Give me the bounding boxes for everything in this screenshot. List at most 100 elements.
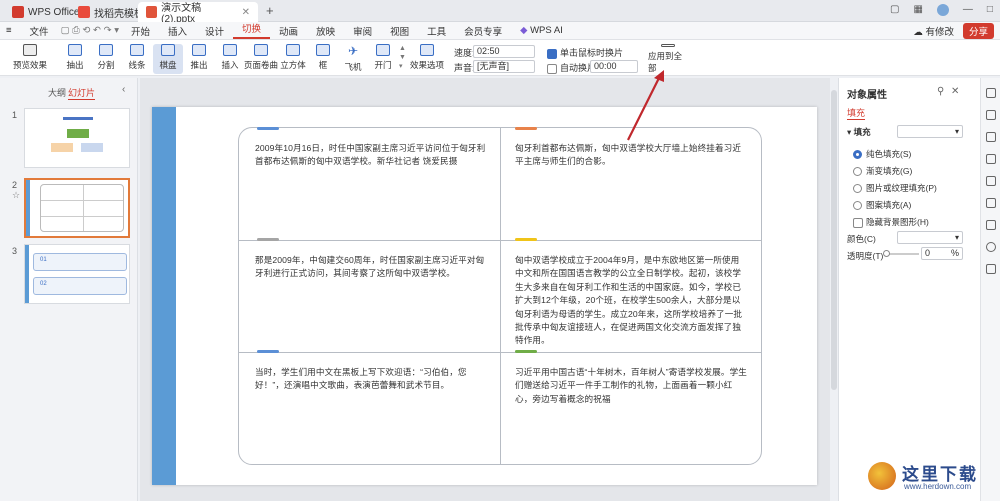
table-icon[interactable] [986,198,996,208]
cell-text-1[interactable]: 2009年10月16日，时任中国家副主席习近平访问位于匈牙利首都布达佩斯的匈中双… [255,142,487,169]
close-tab-icon[interactable]: ✕ [242,7,250,18]
hide-background-checkbox[interactable]: 隐藏背景图形(H) [853,216,929,228]
menu-transition[interactable]: 切换 [233,23,271,39]
effect-qipan[interactable]: 棋盘 [153,44,183,74]
tab-label: 找稻壳模板 [94,8,144,20]
transparency-slider[interactable] [883,250,919,258]
menu-design[interactable]: 设计 [196,24,233,38]
slide[interactable]: 2009年10月16日，时任中国家副主席习近平访问位于匈牙利首都布达佩斯的匈中双… [152,107,817,485]
effect-xiantiao[interactable]: 线条 [122,44,152,74]
right-tool-strip [980,78,1000,501]
avatar[interactable] [936,4,949,16]
menu-review[interactable]: 审阅 [344,24,381,38]
settings-icon[interactable] [986,264,996,274]
options-icon [420,44,434,56]
effect-label: 线条 [128,60,146,70]
slide-number: 2 [12,180,18,190]
restore-icon[interactable]: ▢ [890,4,899,16]
grid-icon[interactable]: ▦ [913,4,922,16]
on-click-checkbox[interactable]: 单击鼠标时换片 [547,46,623,59]
cell-text-5[interactable]: 当时，学生们用中文在黑板上写下欢迎语：“习伯伯，您好！”，还演唱中文歌曲，表演芭… [255,366,487,393]
pin-icon[interactable]: ⚲ [937,86,944,97]
slide-thumbnail-3[interactable]: 01 02 [24,244,130,304]
properties-icon[interactable] [986,88,996,98]
chevron-down-icon: ▾ [954,233,959,242]
effect-options-button[interactable]: 效果选项 [410,44,444,74]
transition-ribbon: 预览效果 抽出 分割 线条 棋盘 推出 插入 页面卷曲 立方体 框 ✈ 飞机 开门… [0,40,1000,76]
effect-box[interactable]: 框 [308,44,338,74]
transition-icon[interactable] [986,176,996,186]
outline-tab[interactable]: 大纲 [48,86,66,99]
effect-plane[interactable]: ✈ 飞机 [338,44,368,74]
slider-handle[interactable] [883,250,890,257]
effect-fenge[interactable]: 分割 [91,44,121,74]
color-picker[interactable]: ▾ [897,231,963,244]
canvas-scrollbar[interactable] [831,90,837,390]
menu-file[interactable]: 文件 [21,24,58,38]
sound-select[interactable]: [无声音] [473,60,535,73]
effect-charu[interactable]: 插入 [215,44,245,74]
grid-divider [239,352,761,353]
grid-divider [500,128,501,464]
menu-member[interactable]: 会员专享 [455,24,511,38]
copy-icon[interactable] [986,132,996,142]
cell-text-6[interactable]: 习近平用中国古语“十年树木，百年树人”寄语学校发展。学生们赠送给习近平一件手工制… [515,366,747,406]
transparency-input[interactable]: 0% [921,247,963,260]
effect-cube[interactable]: 立方体 [278,44,308,74]
fill-type-select[interactable]: ▾ [897,125,963,138]
slide-thumbnail-1[interactable] [24,108,130,168]
menu-animation[interactable]: 动画 [270,24,307,38]
fill-tab[interactable]: 填充 [847,106,866,120]
cell-text-2[interactable]: 匈牙利首都布达佩斯，匈中双语学校大厅墙上始终挂着习近平主席与师生们的合影。 [515,142,747,169]
fill-section-header[interactable]: ▾ 填充 [847,126,871,138]
ai-label: WPS AI [530,25,563,36]
speed-input[interactable]: 02:50 [473,45,535,58]
text-grid[interactable]: 2009年10月16日，时任中国家副主席习近平访问位于匈牙利首都布达佩斯的匈中双… [238,127,762,465]
close-pane-icon[interactable]: ✕ [951,86,959,97]
style-icon[interactable] [986,220,996,230]
animation-icon[interactable] [986,154,996,164]
maximize-icon[interactable]: □ [987,4,993,16]
effect-options-label: 效果选项 [410,60,445,70]
minimize-icon[interactable]: — [963,4,973,16]
menu-wps-ai[interactable]: ◆ WPS AI [511,25,572,36]
menu-start[interactable]: 开始 [122,24,159,38]
cell-text-3[interactable]: 那是2009年，中匈建交60周年，时任国家副主席习近平对匈牙利进行正式访问，其间… [255,254,487,281]
changes-indicator[interactable]: ☁ 有修改 [904,24,963,38]
slide-thumbnail-2[interactable] [24,178,130,238]
title-bar: WPS Office 找稻壳模板 演示文稿(2).pptx ✕ + ▢ ▦ — … [0,0,1000,25]
fill-option-gradient[interactable]: 渐变填充(G) [853,165,912,177]
menu-view[interactable]: 视图 [381,24,418,38]
collapse-pane-icon[interactable]: ‹ [122,84,125,95]
checkbox-icon [547,63,557,74]
plane-icon: ✈ [347,44,359,58]
hamburger-icon[interactable]: ≡ [0,25,21,36]
share-button[interactable]: 分享 [962,22,994,39]
fill-option-pattern[interactable]: 图案填充(A) [853,199,911,211]
door-icon [376,44,390,56]
cell-accent [515,350,537,353]
changes-label: 有修改 [925,26,954,38]
cell-text-4[interactable]: 匈中双语学校成立于2004年9月，是中东欧地区第一所使用中文和所在国国语言教学的… [515,254,747,348]
fill-option-solid[interactable]: 纯色填充(S) [853,148,911,160]
fill-option-picture[interactable]: 图片或纹理填充(P) [853,182,937,194]
effect-open-door[interactable]: 开门 [368,44,398,74]
new-tab-button[interactable]: + [266,3,274,18]
slide-thumbnail-pane: 大纲 幻灯片 ‹ 1 2 ☆ 3 01 02 [0,78,138,501]
effect-page-curl[interactable]: 页面卷曲 [244,44,278,74]
effect-chouchu[interactable]: 抽出 [60,44,90,74]
menu-slideshow[interactable]: 放映 [307,24,344,38]
radio-selected-icon [853,150,862,160]
shape-icon[interactable] [986,110,996,120]
help-icon[interactable] [986,242,996,252]
menu-tools[interactable]: 工具 [418,24,455,38]
gallery-scroll[interactable]: ▲ ▼ ▾ [399,44,406,71]
preview-effect-button[interactable]: 预览效果 [12,44,48,74]
effect-tuichu[interactable]: 推出 [184,44,214,74]
template-icon [78,6,90,18]
slides-tab[interactable]: 幻灯片 [68,86,96,100]
menu-insert[interactable]: 插入 [159,24,196,38]
toolbar-quick-icons[interactable]: ▢ ⎙ ⟲ ↶ ↷ ▾ [58,25,122,36]
effect-label: 分割 [97,60,115,70]
tab-document[interactable]: 演示文稿(2).pptx ✕ [138,2,258,25]
